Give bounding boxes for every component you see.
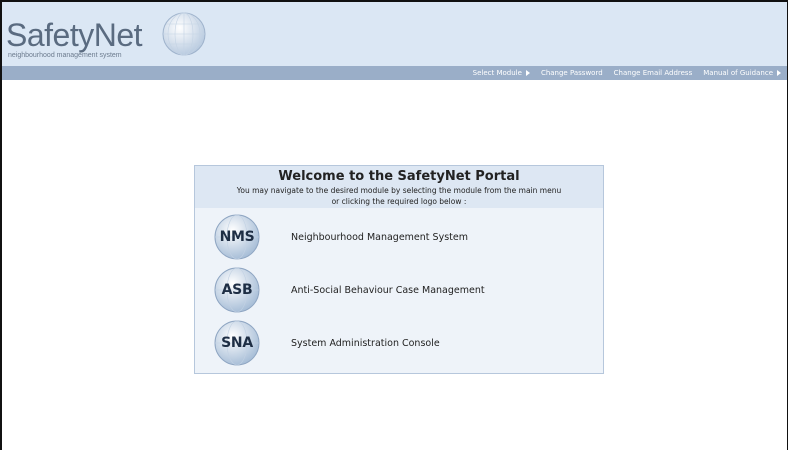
module-label-nms[interactable]: Neighbourhood Management System — [291, 232, 468, 243]
module-row-sna[interactable]: SNA System Administration Console — [213, 319, 440, 367]
triangle-right-icon — [777, 70, 781, 76]
nav-change-email-label: Change Email Address — [613, 69, 693, 77]
nav-change-email[interactable]: Change Email Address — [614, 69, 693, 77]
globe-logo-icon — [162, 12, 206, 56]
top-navbar: Select Module Change Password Change Ema… — [2, 66, 787, 80]
welcome-title: Welcome to the SafetyNet Portal — [278, 169, 520, 184]
module-label-sna[interactable]: System Administration Console — [291, 338, 440, 349]
nav-select-module-label: Select Module — [472, 69, 522, 77]
asb-logo-text: ASB — [221, 282, 253, 298]
triangle-right-icon — [525, 70, 530, 76]
welcome-panel: Welcome to the SafetyNet Portal You may … — [194, 165, 604, 374]
nav-manual-of-guidance[interactable]: Manual of Guidance — [703, 69, 781, 77]
module-row-nms[interactable]: NMS Neighbourhood Management System — [213, 213, 468, 261]
nav-manual-label: Manual of Guidance — [703, 69, 773, 77]
nav-links: Select Module Change Password Change Ema… — [473, 66, 781, 80]
logo-subtitle: neighbourhood management system — [8, 52, 122, 59]
sna-logo-text: SNA — [221, 335, 253, 351]
sna-logo-icon[interactable]: SNA — [213, 319, 261, 367]
welcome-desc-line1: You may navigate to the desired module b… — [236, 186, 562, 195]
module-label-asb[interactable]: Anti-Social Behaviour Case Management — [291, 285, 485, 296]
nav-change-password-label: Change Password — [540, 69, 603, 77]
nav-select-module[interactable]: Select Module — [473, 69, 530, 77]
logo-text: SafetyNet — [6, 17, 143, 53]
asb-logo-icon[interactable]: ASB — [213, 266, 261, 314]
module-row-asb[interactable]: ASB Anti-Social Behaviour Case Managemen… — [213, 266, 485, 314]
nms-logo-icon[interactable]: NMS — [213, 213, 261, 261]
header: SafetyNet neighbourhood management syste… — [2, 2, 787, 66]
welcome-header: Welcome to the SafetyNet Portal You may … — [195, 166, 603, 208]
welcome-desc-line2: or clicking the required logo below : — [331, 196, 467, 206]
nav-change-password[interactable]: Change Password — [541, 69, 603, 77]
nms-logo-text: NMS — [219, 229, 255, 245]
